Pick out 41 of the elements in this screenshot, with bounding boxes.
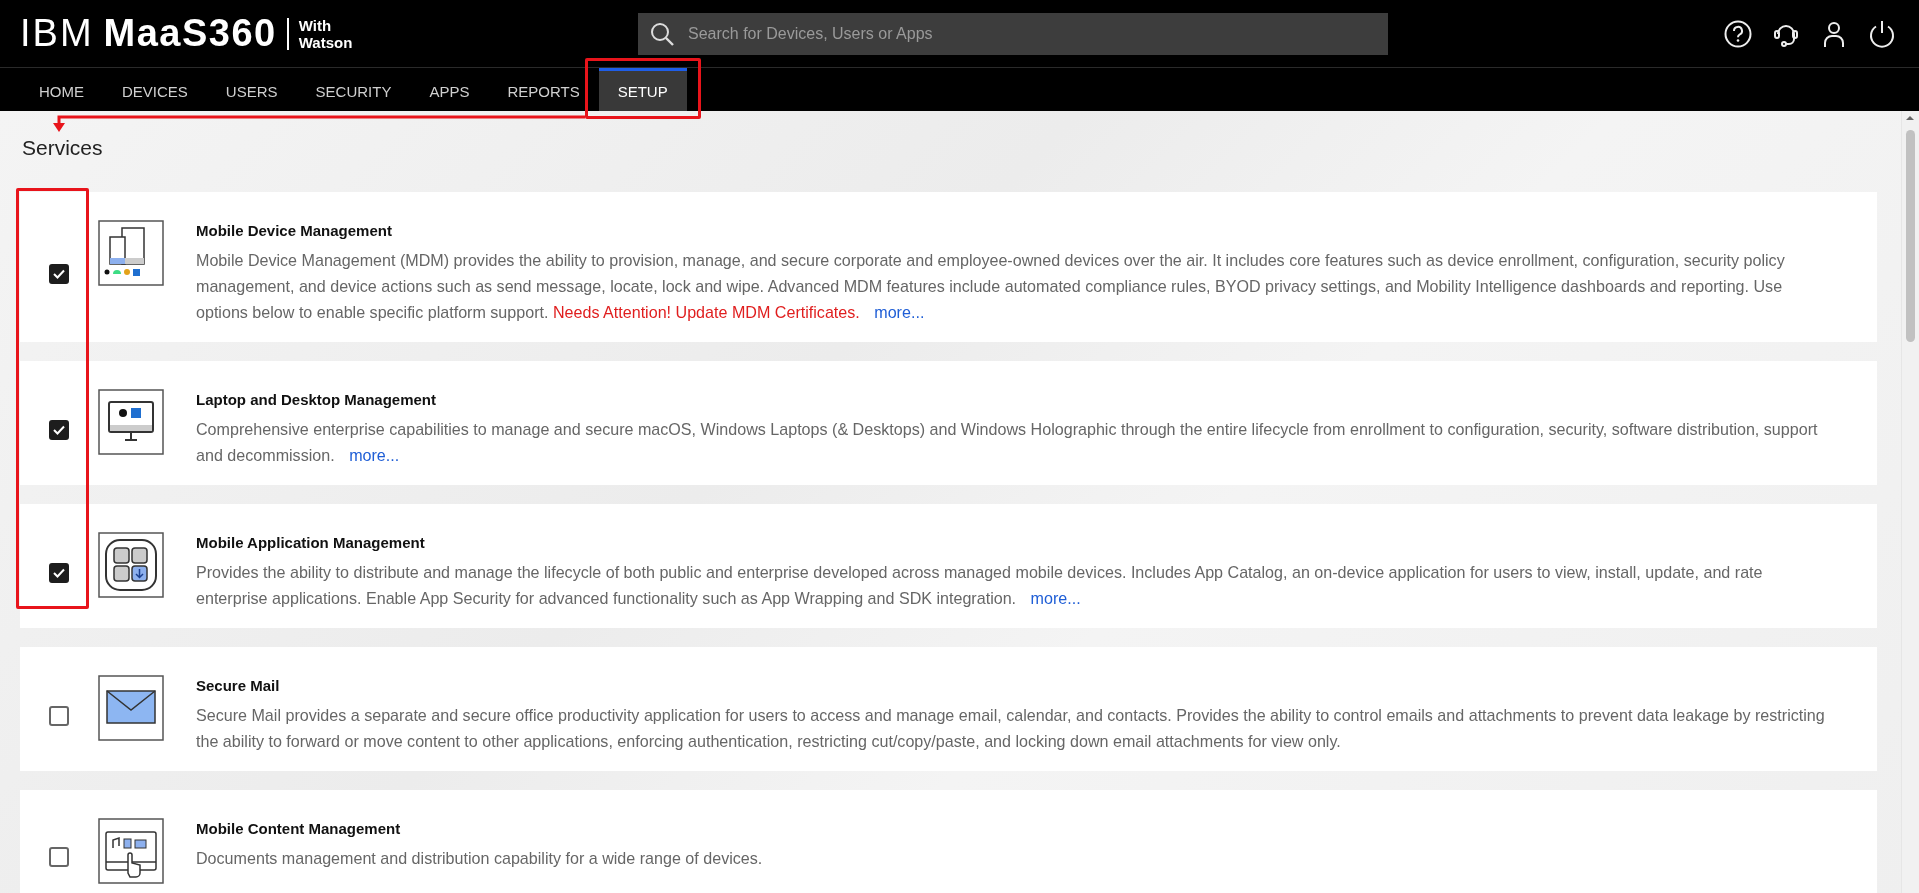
nav-tab[interactable]: SECURITY: [296, 68, 411, 111]
checkbox[interactable]: [49, 419, 69, 440]
logo-text: IBM: [20, 12, 94, 55]
service-title: Mobile Device Management: [196, 222, 393, 240]
content-tap-icon: [98, 818, 164, 884]
checkbox[interactable]: [49, 263, 69, 284]
more-link[interactable]: more...: [1030, 589, 1081, 607]
checkbox[interactable]: [49, 846, 69, 867]
help-icon[interactable]: [1723, 18, 1753, 49]
more-link[interactable]: more...: [349, 446, 400, 464]
nav-tab[interactable]: APPS: [410, 68, 489, 111]
service-title: Secure Mail: [196, 677, 281, 695]
logo-text: MaaS360: [103, 12, 277, 55]
checkmark-icon: [53, 567, 65, 578]
service-description: Mobile Device Management (MDM) provides the ability to provision, manage, and secure corporate and employee-owned devices over the air. It includes core features such as device enrollment, configuration, security policy management, and device actions such as send message, locate, lock and wipe. Advanced MDM features include automated compliance rules, BYOD privacy settings, and Mobility Intelligence dashboards and reporting. Use options below to enable specific platform support. Needs Attention! Update MDM Certificates. more...: [196, 250, 1786, 323]
service-description: Provides the ability to distribute and manage the lifecycle of both public and enterprise developed across managed mobile devices. Includes App Catalog, an on-device application for users to view, install, update, and rate enterprise applications. Enable App Security for advanced functionality such as App Wrapping and SDK integration. more...: [196, 562, 1764, 609]
service-description: Secure Mail provides a separate and secure office productivity application for users to access and manage email, calendar, and contacts. Provides the ability to control emails and attachments to prevent data leakage by restricting the ability to forward or move content to other applications, enforcing authentication, restricting cut/copy/paste, and locking down email attachments for view only.: [196, 705, 1826, 752]
nav-tab[interactable]: REPORTS: [488, 68, 599, 111]
nav-tab[interactable]: USERS: [206, 68, 297, 111]
envelope-icon: [98, 675, 164, 741]
more-link[interactable]: more...: [874, 303, 925, 321]
checkbox[interactable]: [49, 562, 69, 583]
checkbox[interactable]: [49, 705, 69, 726]
service-description: Comprehensive enterprise capabilities to manage and secure macOS, Windows Laptops (& Desktops) and Windows Holographic through the entire lifecycle from enrollment to configuration, security, software distribution, support and decommission. more...: [196, 419, 1819, 466]
service-title: Mobile Application Management: [196, 534, 426, 552]
devices-icon: [98, 220, 164, 286]
page-title: Services: [22, 135, 103, 161]
search-icon: [650, 21, 674, 46]
service-title: Mobile Content Management: [196, 820, 402, 838]
logo-tagline: With Watson: [298, 16, 353, 51]
search-field[interactable]: Search for Devices, Users or Apps: [638, 12, 1388, 55]
app-grid-icon: [98, 532, 164, 598]
nav-tab[interactable]: DEVICES: [103, 68, 207, 111]
service-title: Laptop and Desktop Management: [196, 391, 438, 409]
nav-tab[interactable]: SETUP: [598, 68, 687, 111]
power-icon[interactable]: [1867, 18, 1897, 49]
nav-tab[interactable]: HOME: [20, 68, 103, 111]
checkmark-icon: [53, 424, 65, 435]
desktop-monitor-icon: [98, 389, 164, 455]
checkmark-icon: [53, 268, 65, 279]
service-description: Documents management and distribution capability for a wide range of devices.: [196, 848, 763, 869]
